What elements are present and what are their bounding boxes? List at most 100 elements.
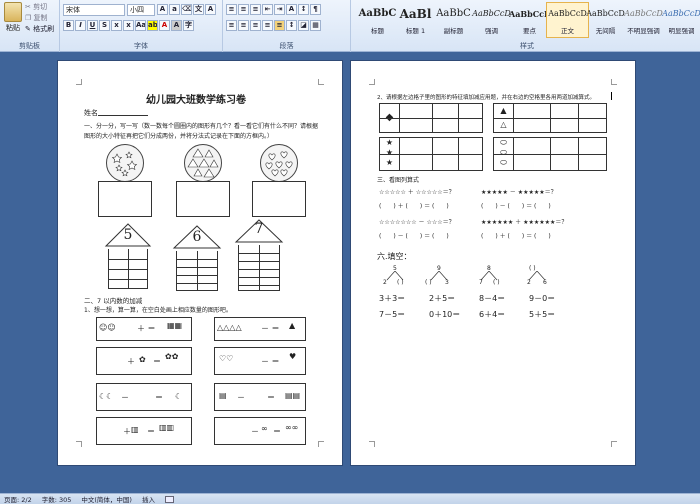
numbering-icon[interactable]: ≡	[238, 4, 249, 15]
style-strong[interactable]: AaBbCcD 要点	[508, 2, 551, 38]
decrease-indent-icon[interactable]: ⇤	[262, 4, 273, 15]
star-equation-2: ★★★★★ － ★★★★★＝？	[481, 189, 557, 196]
cut-button[interactable]: ✂ 剪切	[25, 2, 54, 13]
strikethrough-icon[interactable]: S	[99, 20, 110, 31]
question-2-2-text: 2、请根据左边格子里的图形的特征填加减应用题，并在右边的空格里各用两道加减算式。	[377, 95, 596, 101]
bold-icon[interactable]: B	[63, 20, 74, 31]
decompose-branch-icon	[528, 271, 546, 281]
macro-record-icon[interactable]	[164, 495, 174, 503]
grow-font-icon[interactable]: A	[157, 4, 168, 15]
styles-group-label: 样式	[520, 42, 534, 50]
sort-icon[interactable]: ↕	[298, 4, 309, 15]
align-left-icon[interactable]: ≡	[226, 20, 237, 31]
copy-icon: ❐	[25, 14, 32, 22]
char-shading-icon[interactable]: A	[171, 20, 182, 31]
distribute-icon[interactable]: ≡	[274, 20, 285, 31]
style-subtle-emphasis[interactable]: AaBbCcD 不明显强调	[622, 2, 665, 38]
picture-grid-1[interactable]: ◆	[379, 103, 483, 133]
answer-box-1[interactable]	[98, 181, 152, 217]
house-grid[interactable]	[176, 251, 218, 291]
italic-icon[interactable]: I	[75, 20, 86, 31]
increase-indent-icon[interactable]: ⇥	[274, 4, 285, 15]
highlight-icon[interactable]: ab	[147, 20, 158, 31]
flower-cluster-icon: ✿✿	[165, 352, 179, 361]
shrink-font-icon[interactable]: a	[169, 4, 180, 15]
status-insert-mode[interactable]: 插入	[142, 494, 155, 504]
answer-box-2[interactable]	[176, 181, 230, 217]
house-grid[interactable]	[108, 249, 148, 289]
brick-icon: ▥	[131, 425, 139, 434]
style-no-spacing[interactable]: AaBbCcD 无间隔	[584, 2, 627, 38]
superscript-icon[interactable]: x	[123, 20, 134, 31]
star-equation-1: ☆☆☆☆☆ ＋ ☆☆☆☆☆＝？	[379, 189, 455, 196]
align-right-icon[interactable]: ≡	[250, 20, 261, 31]
draw-box-3[interactable]: ＋ ✿ ＝ ✿✿	[96, 347, 192, 375]
picture-grid-3[interactable]: ★ ★ ★	[379, 137, 483, 171]
document-page-2[interactable]: 2、请根据左边格子里的图形的特征填加减应用题，并在右边的空格里各用两道加减算式。…	[350, 60, 636, 466]
line-spacing-icon[interactable]: ↕	[286, 20, 297, 31]
number-house-7: 7	[234, 219, 284, 291]
margin-mark	[369, 441, 375, 447]
shading-icon[interactable]: ◪	[298, 20, 309, 31]
paste-button[interactable]: 粘贴	[3, 2, 23, 33]
status-page[interactable]: 页面: 2/2	[4, 494, 32, 504]
draw-box-6[interactable]: ▤ － ＝ ▤▤	[214, 383, 306, 411]
draw-box-1[interactable]: ☺☺ ＋ ＝ ▦▦	[96, 317, 192, 341]
subscript-icon[interactable]: x	[111, 20, 122, 31]
style-emphasis[interactable]: AaBbCcD 强调	[470, 2, 513, 38]
triangle-row-icon: △△△△	[217, 323, 242, 332]
text-cursor	[611, 92, 612, 100]
bullets-icon[interactable]: ≡	[226, 4, 237, 15]
justify-icon[interactable]: ≡	[262, 20, 273, 31]
font-name-select[interactable]: 宋体	[63, 3, 125, 16]
status-language[interactable]: 中文(简体，中国)	[81, 494, 132, 504]
change-case-icon[interactable]: Aa	[135, 20, 146, 31]
chinese-layout-icon[interactable]: A	[286, 4, 297, 15]
margin-mark	[611, 79, 617, 85]
draw-box-2[interactable]: △△△△ － ＝ ▲	[214, 317, 306, 341]
number-house-6: 6	[172, 225, 222, 291]
style-intense-emphasis[interactable]: AaBbCcD 明显强调	[660, 2, 700, 38]
question-6-heading: 六.填空：	[377, 252, 412, 261]
border-char-icon[interactable]: A	[205, 4, 216, 15]
font-color-icon[interactable]: A	[159, 20, 170, 31]
picture-grid-2[interactable]: ▲ △	[493, 103, 607, 133]
show-marks-icon[interactable]: ¶	[310, 4, 321, 15]
blank-equation-1: ( ) ＋ ( ) ＝ ( )	[379, 203, 449, 210]
answer-box-3[interactable]	[252, 181, 306, 217]
underline-icon[interactable]: U	[87, 20, 98, 31]
block-icon: ▤	[219, 391, 227, 400]
clipboard-group-label: 剪贴板	[19, 42, 40, 50]
multilevel-list-icon[interactable]: ≡	[250, 4, 261, 15]
clipboard-group: 粘贴 ✂ 剪切 ❐ 复制 ✎ 格式刷 剪贴板	[0, 0, 60, 52]
smiley-icon: ☺☺	[99, 323, 116, 332]
phonetic-icon[interactable]: 文	[193, 4, 204, 15]
draw-box-7[interactable]: ＋ ▥ ＝ ▥▥	[96, 417, 192, 445]
clear-format-icon[interactable]: ⌫	[181, 4, 192, 15]
decompose-branch-icon	[480, 271, 498, 281]
document-page-1[interactable]: 幼儿园大班数学练习卷 姓名 一、分一分，写一写（数一数每个圆圈内的图形有几个？看…	[57, 60, 343, 466]
house-grid[interactable]	[238, 245, 280, 291]
arith-6: 0＋10＝	[429, 310, 461, 319]
draw-box-4[interactable]: ♡♡ － ＝ ♥	[214, 347, 306, 375]
blank-equation-3: ( ) － ( ) ＝ ( )	[379, 233, 449, 240]
status-bar: 页面: 2/2 字数: 305 中文(简体，中国) 插入	[0, 493, 700, 504]
format-painter-button[interactable]: ✎ 格式刷	[25, 24, 54, 35]
brush-icon: ✎	[25, 25, 31, 33]
draw-box-5[interactable]: ☾☾ － ＝ ☾	[96, 383, 192, 411]
status-word-count[interactable]: 字数: 305	[42, 494, 72, 504]
flower-icon: ✿	[139, 355, 146, 364]
style-title[interactable]: AaBbC 标题	[356, 2, 399, 38]
style-heading-1[interactable]: AaBl 标题 1	[394, 2, 437, 38]
style-normal[interactable]: AaBbCcD 正文	[546, 2, 589, 38]
picture-grid-4[interactable]: ⬭ ⬭ ⬭	[493, 137, 607, 171]
copy-button[interactable]: ❐ 复制	[25, 13, 54, 24]
borders-icon[interactable]: ▦	[310, 20, 321, 31]
star-equation-3: ☆☆☆☆☆☆☆ － ☆☆☆＝？	[379, 219, 455, 226]
question-2-sub: 1、想一想，算一算，在空白处画上相应数量的图形吧。	[84, 307, 232, 314]
align-center-icon[interactable]: ≡	[238, 20, 249, 31]
draw-box-8[interactable]: － ∞ ＝ ∞∞	[214, 417, 306, 445]
style-subtitle[interactable]: AaBbC 副标题	[432, 2, 475, 38]
enclose-char-icon[interactable]: 字	[183, 20, 194, 31]
font-size-select[interactable]: 小四	[127, 3, 155, 16]
